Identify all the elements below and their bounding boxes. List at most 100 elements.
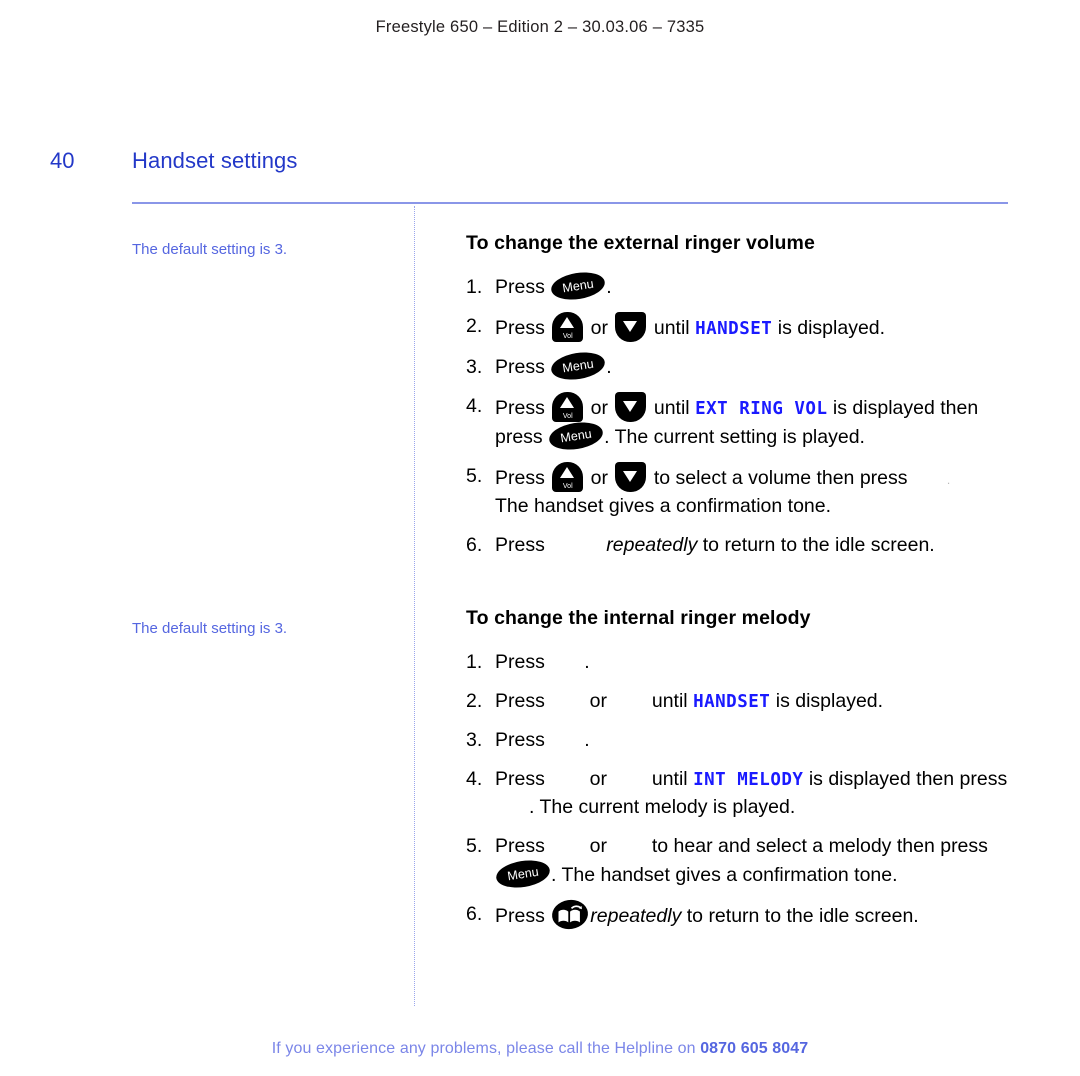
step-text: is displayed. xyxy=(770,689,884,712)
lcd-display-text: HANDSET xyxy=(695,319,773,340)
step-text: is displayed then press xyxy=(803,768,1008,791)
volume-down-key-icon-missing[interactable] xyxy=(612,836,646,854)
step-item: 6. Press repeatedly to return to the idl… xyxy=(466,531,1026,559)
volume-up-key-icon-missing[interactable] xyxy=(550,836,584,854)
step-line: . The current melody is played. xyxy=(495,793,1026,821)
step-text: or xyxy=(584,835,613,858)
step-item: 5. Press or to hear and select a melody … xyxy=(466,832,1026,891)
step-text: Press xyxy=(495,650,551,673)
step-text: Press xyxy=(495,397,551,420)
step-number: 6. xyxy=(466,902,483,925)
lcd-display-text: EXT RING VOL xyxy=(695,399,828,420)
section-heading-external-ringer-volume: To change the external ringer volume xyxy=(466,232,815,254)
step-line: Press Vol or to select a volume then pre… xyxy=(495,461,1026,492)
volume-down-key-icon[interactable] xyxy=(615,312,647,343)
step-text: . The current setting is played. xyxy=(604,425,865,448)
menu-softkey-icon[interactable]: Menu xyxy=(494,856,552,891)
step-item: 2. Press or until HANDSET is displayed. xyxy=(466,687,1026,715)
step-line: Menu . The handset gives a confirmation t… xyxy=(494,856,1026,891)
step-text: to hear and select a melody then press xyxy=(646,835,988,858)
menu-softkey-icon-missing[interactable] xyxy=(550,652,584,670)
page-title: Handset settings xyxy=(132,148,298,173)
step-line: Press Vol or until EXT RING VOL is displ… xyxy=(495,392,1026,423)
step-item: 4. Press or until INT MELODY is displaye… xyxy=(466,765,1026,821)
step-text: Press xyxy=(495,689,551,712)
menu-softkey-label: Menu xyxy=(559,426,593,445)
step-line: Press or until INT MELODY is displayed t… xyxy=(495,765,1026,793)
step-text: until xyxy=(648,317,696,340)
volume-up-key-icon-missing[interactable] xyxy=(550,691,584,709)
step-text: Press xyxy=(495,835,551,858)
volume-up-key-icon[interactable]: Vol xyxy=(552,392,584,423)
title-horizontal-rule xyxy=(132,202,1008,204)
side-note-external-default: The default setting is 3. xyxy=(132,241,288,258)
lcd-display-text: HANDSET xyxy=(693,691,771,712)
step-number: 2. xyxy=(466,315,483,338)
volume-down-key-icon-missing[interactable] xyxy=(612,769,646,787)
step-text: . xyxy=(606,356,612,379)
step-text: . xyxy=(584,729,590,752)
step-item: 6. Press repeatedly to return to the idl… xyxy=(466,897,1026,931)
menu-softkey-icon[interactable]: Menu xyxy=(549,268,607,304)
menu-softkey-icon-missing[interactable] xyxy=(550,730,584,748)
step-number: 5. xyxy=(466,835,483,858)
step-number: 4. xyxy=(466,395,483,418)
menu-softkey-icon[interactable]: Menu xyxy=(547,418,605,453)
volume-up-key-icon-missing[interactable] xyxy=(550,769,584,787)
step-text: or xyxy=(585,397,614,420)
volume-up-key-label: Vol xyxy=(562,482,573,490)
step-emphasis: repeatedly xyxy=(590,904,682,927)
side-note-internal-default: The default setting is 3. xyxy=(132,620,288,637)
volume-up-key-label: Vol xyxy=(562,333,573,341)
footer-phone-number: 0870 605 8047 xyxy=(700,1040,809,1057)
step-emphasis: repeatedly xyxy=(606,533,698,556)
section-external-ringer-volume: To change the external ringer volume 1. … xyxy=(466,232,1026,559)
menu-softkey-icon-missing[interactable] xyxy=(913,468,947,486)
phonebook-key-icon-missing[interactable] xyxy=(550,535,606,553)
step-text: . xyxy=(584,650,590,673)
page-title-row: 40 Handset settings xyxy=(0,148,1080,184)
step-text: or xyxy=(585,317,614,340)
step-number: 4. xyxy=(466,768,483,791)
lcd-display-text: INT MELODY xyxy=(693,770,804,791)
column-divider xyxy=(414,206,416,1006)
footer-helpline: If you experience any problems, please c… xyxy=(0,1040,1080,1058)
volume-down-key-icon[interactable] xyxy=(615,392,647,423)
menu-softkey-label: Menu xyxy=(506,864,540,883)
step-text: Press xyxy=(495,276,551,298)
step-text: . The current melody is played. xyxy=(529,796,796,819)
running-header: Freestyle 650 – Edition 2 – 30.03.06 – 7… xyxy=(375,18,705,36)
step-item: 3. Press . xyxy=(466,726,1026,754)
step-text: or xyxy=(585,466,614,489)
section-internal-ringer-melody: To change the internal ringer melody 1. … xyxy=(466,606,1026,931)
section-heading-internal-ringer-melody: To change the internal ringer melody xyxy=(466,606,811,629)
menu-softkey-icon-missing[interactable] xyxy=(495,797,529,815)
footer-text: If you experience any problems, please c… xyxy=(271,1040,701,1057)
volume-down-key-icon[interactable] xyxy=(615,461,647,492)
step-text: until xyxy=(648,397,696,420)
step-line: The handset gives a confirmation tone. xyxy=(495,494,832,517)
step-text: until xyxy=(646,689,694,712)
volume-up-key-icon[interactable]: Vol xyxy=(552,461,584,492)
phonebook-key-icon[interactable] xyxy=(550,897,591,931)
step-item: 2. Press Vol or until HANDSET is display… xyxy=(466,312,1026,343)
step-line: Press or to hear and select a melody the… xyxy=(495,832,1026,860)
step-text: is displayed. xyxy=(772,317,886,340)
step-item: 5. Press Vol or to select a volume then … xyxy=(466,461,1026,520)
volume-up-key-icon[interactable]: Vol xyxy=(552,312,584,343)
menu-softkey-label: Menu xyxy=(561,276,595,296)
step-text: is displayed then xyxy=(827,397,979,420)
step-text: Press xyxy=(495,466,551,489)
step-number: 3. xyxy=(466,729,483,752)
volume-down-key-icon-missing[interactable] xyxy=(612,691,646,709)
step-text: . xyxy=(606,276,612,298)
step-text: until xyxy=(646,768,694,791)
step-item: 4. Press Vol or until EXT RING VOL is di… xyxy=(466,392,1026,453)
step-text: Press xyxy=(495,356,551,379)
step-number: 2. xyxy=(466,689,483,712)
step-item: 1. Press . xyxy=(466,648,1026,676)
menu-softkey-icon[interactable]: Menu xyxy=(549,349,607,384)
step-text: . xyxy=(946,472,951,487)
step-number: 1. xyxy=(466,650,483,673)
step-text: Press xyxy=(495,729,551,752)
